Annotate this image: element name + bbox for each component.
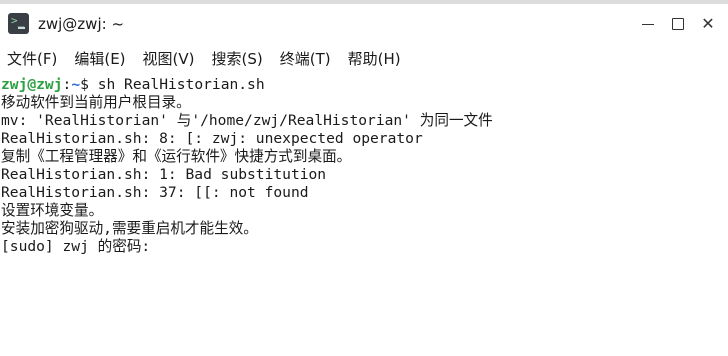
terminal-window: >_ zwj@zwj: ~ ✕ 文件(F) 编辑(E) 视图(V) 搜索(S) … xyxy=(0,0,728,356)
menu-bar: 文件(F) 编辑(E) 视图(V) 搜索(S) 终端(T) 帮助(H) xyxy=(0,44,728,74)
output-line: 安装加密狗驱动,需要重启机才能生效。 xyxy=(1,220,258,237)
menu-view[interactable]: 视图(V) xyxy=(143,44,195,74)
title-bar[interactable]: >_ zwj@zwj: ~ ✕ xyxy=(0,4,728,42)
maximize-icon[interactable] xyxy=(668,14,688,34)
output-line: 复制《工程管理器》和《运行软件》快捷方式到桌面。 xyxy=(1,148,352,165)
menu-help[interactable]: 帮助(H) xyxy=(348,44,401,74)
command-text: sh RealHistorian.sh xyxy=(97,76,265,93)
prompt-symbol: $ xyxy=(80,76,98,93)
output-line: RealHistorian.sh: 8: [: zwj: unexpected … xyxy=(1,130,423,147)
output-line: RealHistorian.sh: 37: [[: not found xyxy=(1,184,309,201)
menu-terminal[interactable]: 终端(T) xyxy=(280,44,331,74)
prompt-separator: : xyxy=(62,76,72,93)
close-icon[interactable]: ✕ xyxy=(698,14,718,34)
output-line: 移动软件到当前用户根目录。 xyxy=(1,94,191,111)
prompt-user: zwj@zwj xyxy=(1,76,63,93)
terminal-app-icon: >_ xyxy=(8,13,29,34)
menu-edit[interactable]: 编辑(E) xyxy=(74,44,125,74)
minimize-icon[interactable] xyxy=(638,14,658,34)
output-line: RealHistorian.sh: 1: Bad substitution xyxy=(1,166,327,183)
menu-file[interactable]: 文件(F) xyxy=(7,44,57,74)
output-line: mv: 'RealHistorian' 与'/home/zwj/RealHist… xyxy=(1,112,493,129)
text-cursor xyxy=(150,238,159,254)
password-prompt: [sudo] zwj 的密码: xyxy=(1,238,151,255)
password-prompt-line: [sudo] zwj 的密码: xyxy=(0,238,728,256)
output-line: 设置环境变量。 xyxy=(1,202,104,219)
menu-search[interactable]: 搜索(S) xyxy=(212,44,263,74)
prompt-line: zwj@zwj:~$ sh RealHistorian.sh xyxy=(0,76,728,94)
prompt-path: ~ xyxy=(71,76,81,93)
terminal-output-area[interactable]: zwj@zwj:~$ sh RealHistorian.sh 移动软件到当前用户… xyxy=(0,76,728,356)
window-title: zwj@zwj: ~ xyxy=(38,15,125,33)
